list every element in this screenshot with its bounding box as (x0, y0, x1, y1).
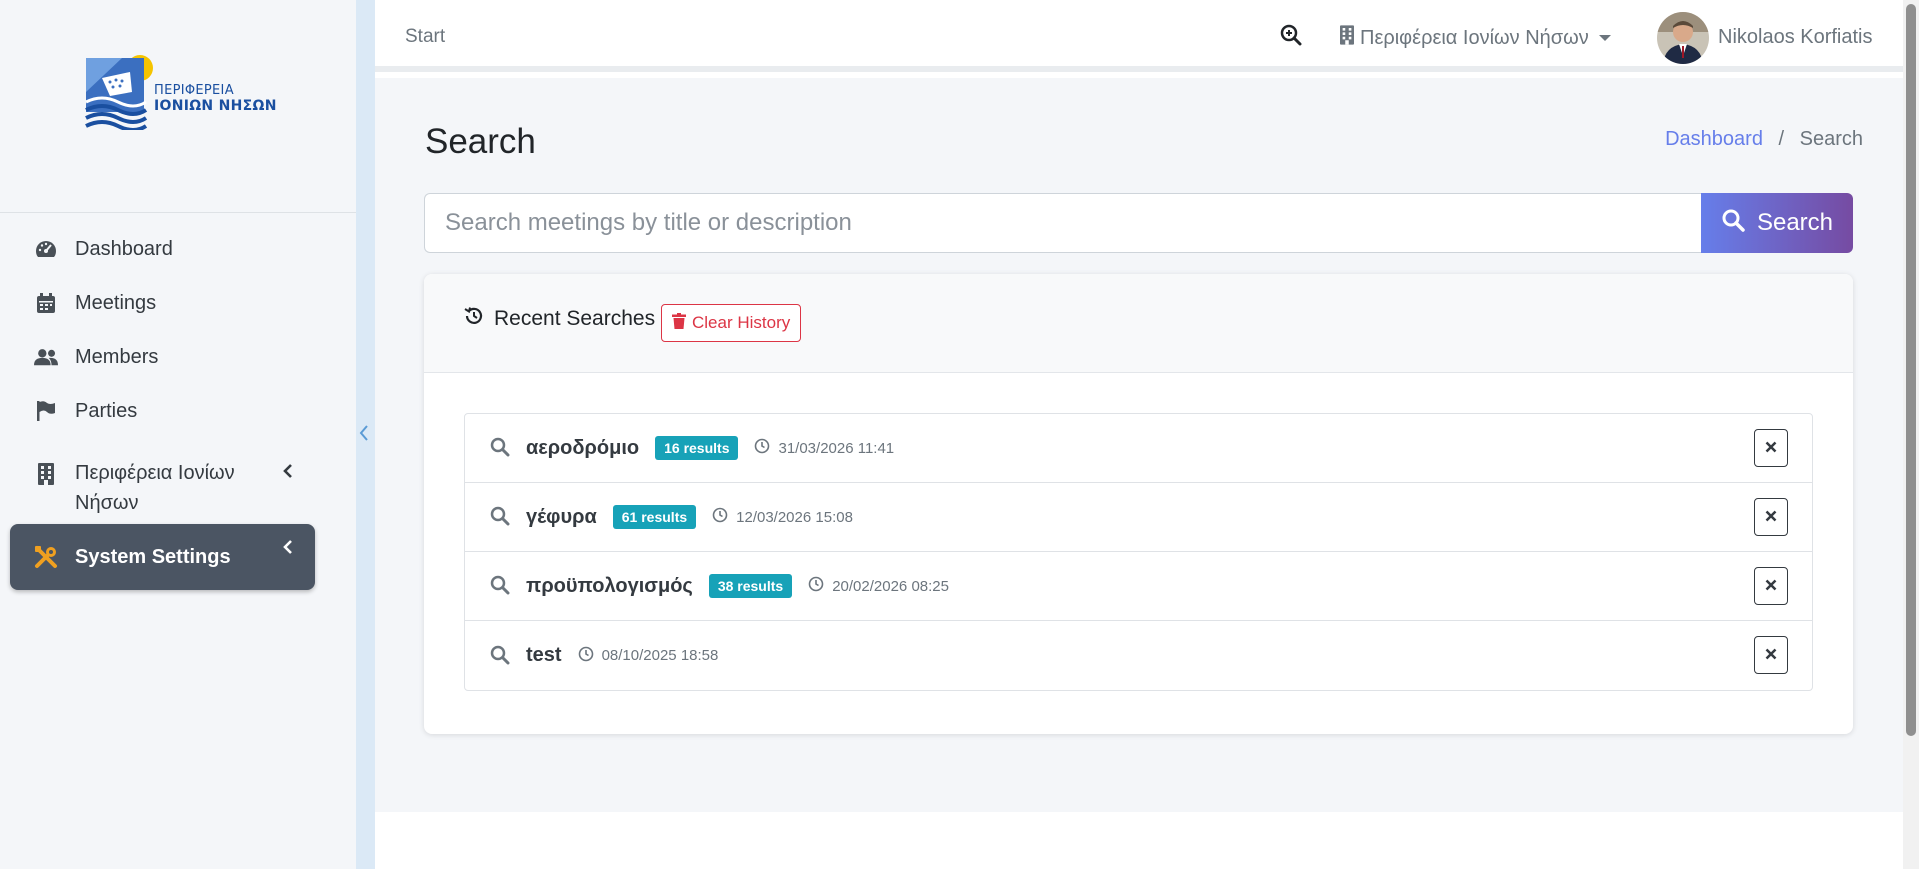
chevron-left-icon (283, 462, 293, 483)
close-icon (1765, 579, 1777, 594)
breadcrumb-separator: / (1778, 128, 1785, 150)
results-badge: 16 results (655, 436, 739, 460)
footer-area (375, 812, 1903, 869)
user-name[interactable]: Nikolaos Korfiatis (1718, 26, 1873, 49)
sidebar-item-label: Meetings (75, 291, 157, 314)
close-icon (1765, 648, 1777, 663)
list-item[interactable]: γέφυρα 61 results 12/03/2026 15:08 (465, 483, 1812, 552)
logo-area: ΠΕΡΙΦΕΡΕΙΑ ΙΟΝΙΩΝ ΝΗΣΩΝ (0, 0, 356, 213)
search-term: γέφυρα (526, 505, 597, 528)
search-timestamp: 12/03/2026 15:08 (712, 507, 853, 527)
recent-searches-title: Recent Searches (464, 306, 655, 332)
sidebar-item-meetings[interactable]: Meetings (10, 276, 315, 330)
search-term: προϋπολογισμός (526, 574, 693, 597)
sidebar-item-parties[interactable]: Parties (10, 384, 315, 438)
calendar-icon (34, 291, 58, 315)
page-scrollbar[interactable] (1903, 0, 1919, 869)
search-icon (490, 437, 512, 459)
results-badge: 61 results (612, 505, 697, 529)
recent-searches-card: Recent Searches Clear History αεροδρόμιο… (424, 274, 1853, 734)
recent-searches-label: Recent Searches (494, 307, 656, 330)
sidebar-item-dashboard[interactable]: Dashboard (10, 222, 315, 276)
breadcrumb: Dashboard / Search (1665, 128, 1863, 151)
clock-icon (808, 576, 824, 596)
close-icon (1765, 510, 1777, 525)
breadcrumb-current: Search (1799, 128, 1863, 150)
region-dropdown[interactable]: Περιφέρεια Ιονίων Νήσων (1340, 25, 1611, 51)
scrollbar-thumb[interactable] (1906, 4, 1916, 736)
recent-searches-list: αεροδρόμιο 16 results 31/03/2026 11:41 γ… (464, 413, 1813, 691)
building-icon (1340, 25, 1354, 51)
remove-search-button[interactable] (1754, 429, 1788, 467)
sidebar-item-label: Περιφέρεια Ιονίων Νήσων (75, 462, 235, 514)
results-badge: 38 results (708, 574, 793, 598)
sidebar-item-region[interactable]: Περιφέρεια Ιονίων Νήσων (10, 438, 315, 520)
search-button[interactable]: Search (1701, 193, 1853, 253)
region-logo[interactable]: ΠΕΡΙΦΕΡΕΙΑ ΙΟΝΙΩΝ ΝΗΣΩΝ (82, 52, 276, 156)
clock-icon (712, 507, 728, 527)
card-header: Recent Searches Clear History (424, 274, 1853, 373)
search-timestamp: 31/03/2026 11:41 (754, 438, 894, 458)
sidebar-item-label: Dashboard (75, 237, 173, 260)
nav-start-link[interactable]: Start (405, 26, 445, 48)
logo-line-1: ΠΕΡΙΦΕΡΕΙΑ (154, 83, 234, 98)
search-icon (490, 645, 512, 667)
history-icon (464, 306, 484, 332)
tachometer-icon (34, 237, 58, 261)
top-navbar: Start Περιφέρεια Ιονίων Νήσων Nikolaos K… (375, 0, 1903, 72)
clock-icon (754, 438, 770, 458)
timestamp-text: 20/02/2026 08:25 (832, 577, 949, 595)
list-item[interactable]: αεροδρόμιο 16 results 31/03/2026 11:41 (465, 414, 1812, 483)
main-content: Search Dashboard / Search Search Recent … (375, 78, 1903, 812)
region-dropdown-label: Περιφέρεια Ιονίων Νήσων (1360, 26, 1589, 49)
chevron-left-icon (283, 538, 293, 559)
logo-line-2: ΙΟΝΙΩΝ ΝΗΣΩΝ (154, 98, 277, 114)
sidebar-nav: Dashboard Meetings Members Parties Περιφ… (10, 222, 315, 590)
search-button-label: Search (1756, 209, 1834, 236)
list-item[interactable]: προϋπολογισμός 38 results 20/02/2026 08:… (465, 552, 1812, 621)
flag-icon (34, 399, 58, 423)
logo-text: ΠΕΡΙΦΕΡΕΙΑ ΙΟΝΙΩΝ ΝΗΣΩΝ (154, 83, 277, 114)
timestamp-text: 12/03/2026 15:08 (736, 508, 853, 526)
tools-icon (34, 545, 58, 569)
timestamp-text: 08/10/2025 18:58 (601, 647, 719, 664)
breadcrumb-dashboard-link[interactable]: Dashboard (1665, 128, 1763, 150)
search-term: αεροδρόμιο (526, 436, 640, 459)
search-icon (490, 575, 512, 597)
search-input[interactable] (424, 193, 1703, 253)
zoom-in-icon[interactable] (1280, 24, 1304, 48)
sidebar-item-label: Members (75, 345, 159, 368)
clear-history-button[interactable]: Clear History (661, 304, 802, 342)
clear-history-label: Clear History (692, 313, 791, 332)
remove-search-button[interactable] (1754, 498, 1788, 536)
avatar[interactable] (1657, 12, 1709, 64)
search-timestamp: 08/10/2025 18:58 (578, 646, 719, 666)
search-icon (490, 506, 512, 528)
remove-search-button[interactable] (1754, 567, 1788, 605)
clock-icon (578, 646, 594, 666)
sidebar-item-label: System Settings (75, 545, 231, 568)
sidebar-item-label: Parties (75, 399, 138, 422)
search-term: test (526, 644, 562, 666)
logo-emblem-icon (85, 55, 153, 130)
sidebar-item-system-settings[interactable]: System Settings (10, 524, 315, 590)
search-icon (1721, 208, 1745, 239)
users-icon (34, 345, 58, 369)
trash-icon (672, 312, 686, 334)
remove-search-button[interactable] (1754, 636, 1788, 674)
sidebar-item-members[interactable]: Members (10, 330, 315, 384)
building-icon (34, 462, 58, 486)
close-icon (1765, 441, 1777, 456)
timestamp-text: 31/03/2026 11:41 (778, 439, 895, 457)
sidebar-collapse-icon[interactable] (358, 423, 374, 445)
sidebar: ΠΕΡΙΦΕΡΕΙΑ ΙΟΝΙΩΝ ΝΗΣΩΝ Dashboard Meetin… (0, 0, 356, 869)
list-item[interactable]: test 08/10/2025 18:58 (465, 621, 1812, 690)
caret-down-icon (1598, 35, 1611, 41)
search-timestamp: 20/02/2026 08:25 (808, 576, 949, 596)
page-title: Search (425, 122, 536, 161)
